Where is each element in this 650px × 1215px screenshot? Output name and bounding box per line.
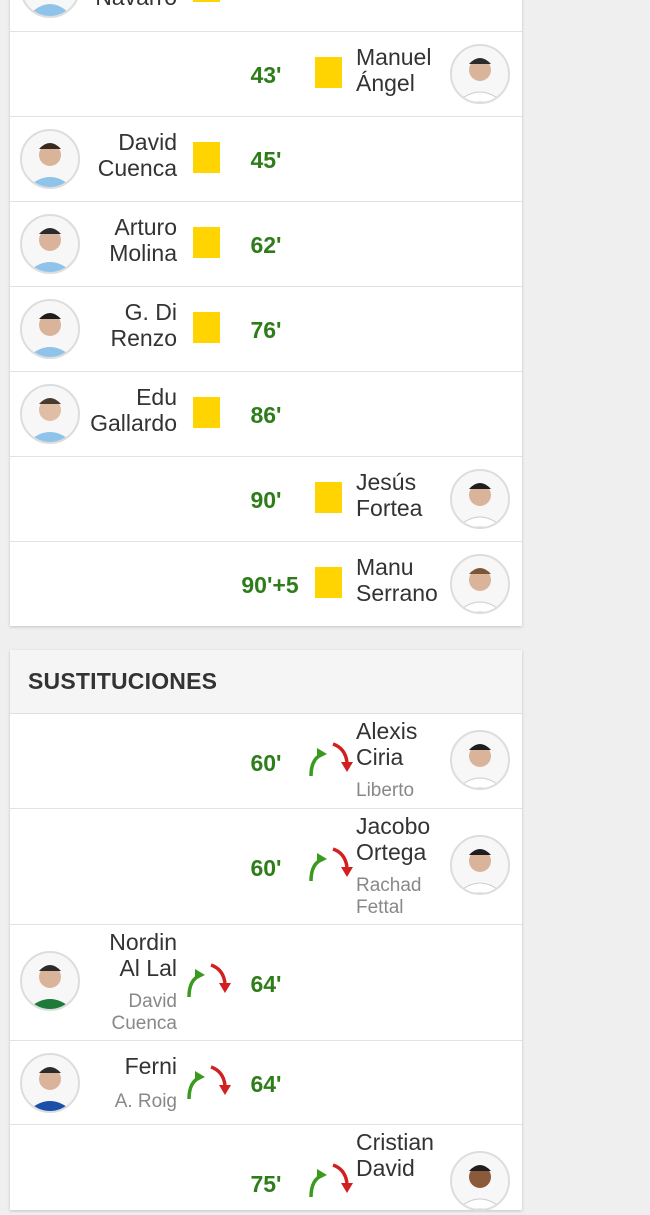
cards-panel: Navarro 43' Manuel Ángel David Cuenca 45… [10,0,522,626]
yellow-card-icon [193,142,220,173]
yellow-card-icon [193,397,220,428]
substitutions-panel: SUSTITUCIONES 60' Alexis Ciria Liberto 6… [10,650,522,1211]
player-avatar[interactable] [450,554,510,614]
event-minute: 90' [250,487,282,513]
player-out-name: Rachad Fettal [356,875,422,918]
card-event-row: David Cuenca 45' [10,117,522,202]
card-event-row: Arturo Molina 62' [10,202,522,287]
player-name: Jesús Fortea [356,469,423,521]
player-avatar[interactable] [20,299,80,359]
card-event-row: 90' Jesús Fortea [10,457,522,542]
substitution-row: 60' Alexis Ciria Liberto [10,714,522,809]
event-minute: 60' [250,750,282,776]
player-in-name: Alexis Ciria [356,718,418,770]
player-in-name: Nordin Al Lal [109,929,177,981]
player-avatar[interactable] [20,384,80,444]
event-minute: 45' [250,147,282,173]
yellow-card-icon [315,567,342,598]
event-minute: 43' [250,62,282,88]
yellow-card-icon [193,0,220,2]
substitution-arrows-icon [309,847,353,882]
yellow-card-icon [193,312,220,343]
section-title: SUSTITUCIONES [28,668,218,694]
player-name: Manuel Ángel [356,44,432,96]
player-name: Manu Serrano [356,554,438,606]
yellow-card-icon [315,482,342,513]
player-in-name: Ferni [124,1053,177,1079]
player-in-name: Cristian David [356,1129,434,1181]
player-avatar[interactable] [450,835,510,895]
substitution-arrows-icon [187,963,231,998]
event-minute: 75' [250,1171,282,1197]
player-avatar[interactable] [20,129,80,189]
card-event-row: Edu Gallardo 86' [10,372,522,457]
player-name: Arturo Molina [109,214,177,266]
player-out-name: A. Roig [114,1091,177,1112]
event-minute: 62' [250,232,282,258]
player-avatar[interactable] [450,1151,510,1211]
player-name: G. Di Renzo [110,299,177,351]
player-name: David Cuenca [97,129,177,181]
event-minute: 90'+5 [241,572,299,598]
event-minute: 76' [250,317,282,343]
card-event-row: Navarro [10,0,522,32]
player-avatar[interactable] [450,469,510,529]
event-minute: 86' [250,402,282,428]
section-header: SUSTITUCIONES [10,650,522,714]
player-out-name: David Cuenca [111,991,178,1034]
player-name: Edu Gallardo [90,384,177,436]
substitution-row: Nordin Al Lal David Cuenca 64' [10,925,522,1041]
yellow-card-icon [315,57,342,88]
substitution-arrows-icon [187,1065,231,1100]
event-minute: 60' [250,855,282,881]
player-avatar[interactable] [450,44,510,104]
card-event-row: G. Di Renzo 76' [10,287,522,372]
substitution-arrows-icon [309,1163,353,1198]
player-in-name: Jacobo Ortega [356,813,431,865]
player-avatar[interactable] [20,214,80,274]
event-minute: 64' [250,971,282,997]
player-out-name: Liberto [356,780,415,801]
player-avatar[interactable] [20,1053,80,1113]
player-name: Navarro [95,0,177,10]
player-avatar[interactable] [450,730,510,790]
card-event-row: 90'+5 Manu Serrano [10,542,522,626]
substitution-row: 60' Jacobo Ortega Rachad Fettal [10,809,522,925]
player-avatar[interactable] [20,951,80,1011]
substitution-row: Ferni A. Roig 64' [10,1041,522,1125]
card-event-row: 43' Manuel Ángel [10,32,522,117]
substitution-row: 75' Cristian David [10,1125,522,1215]
substitution-arrows-icon [309,742,353,777]
event-minute: 64' [250,1071,282,1097]
yellow-card-icon [193,227,220,258]
player-avatar[interactable] [20,0,80,18]
